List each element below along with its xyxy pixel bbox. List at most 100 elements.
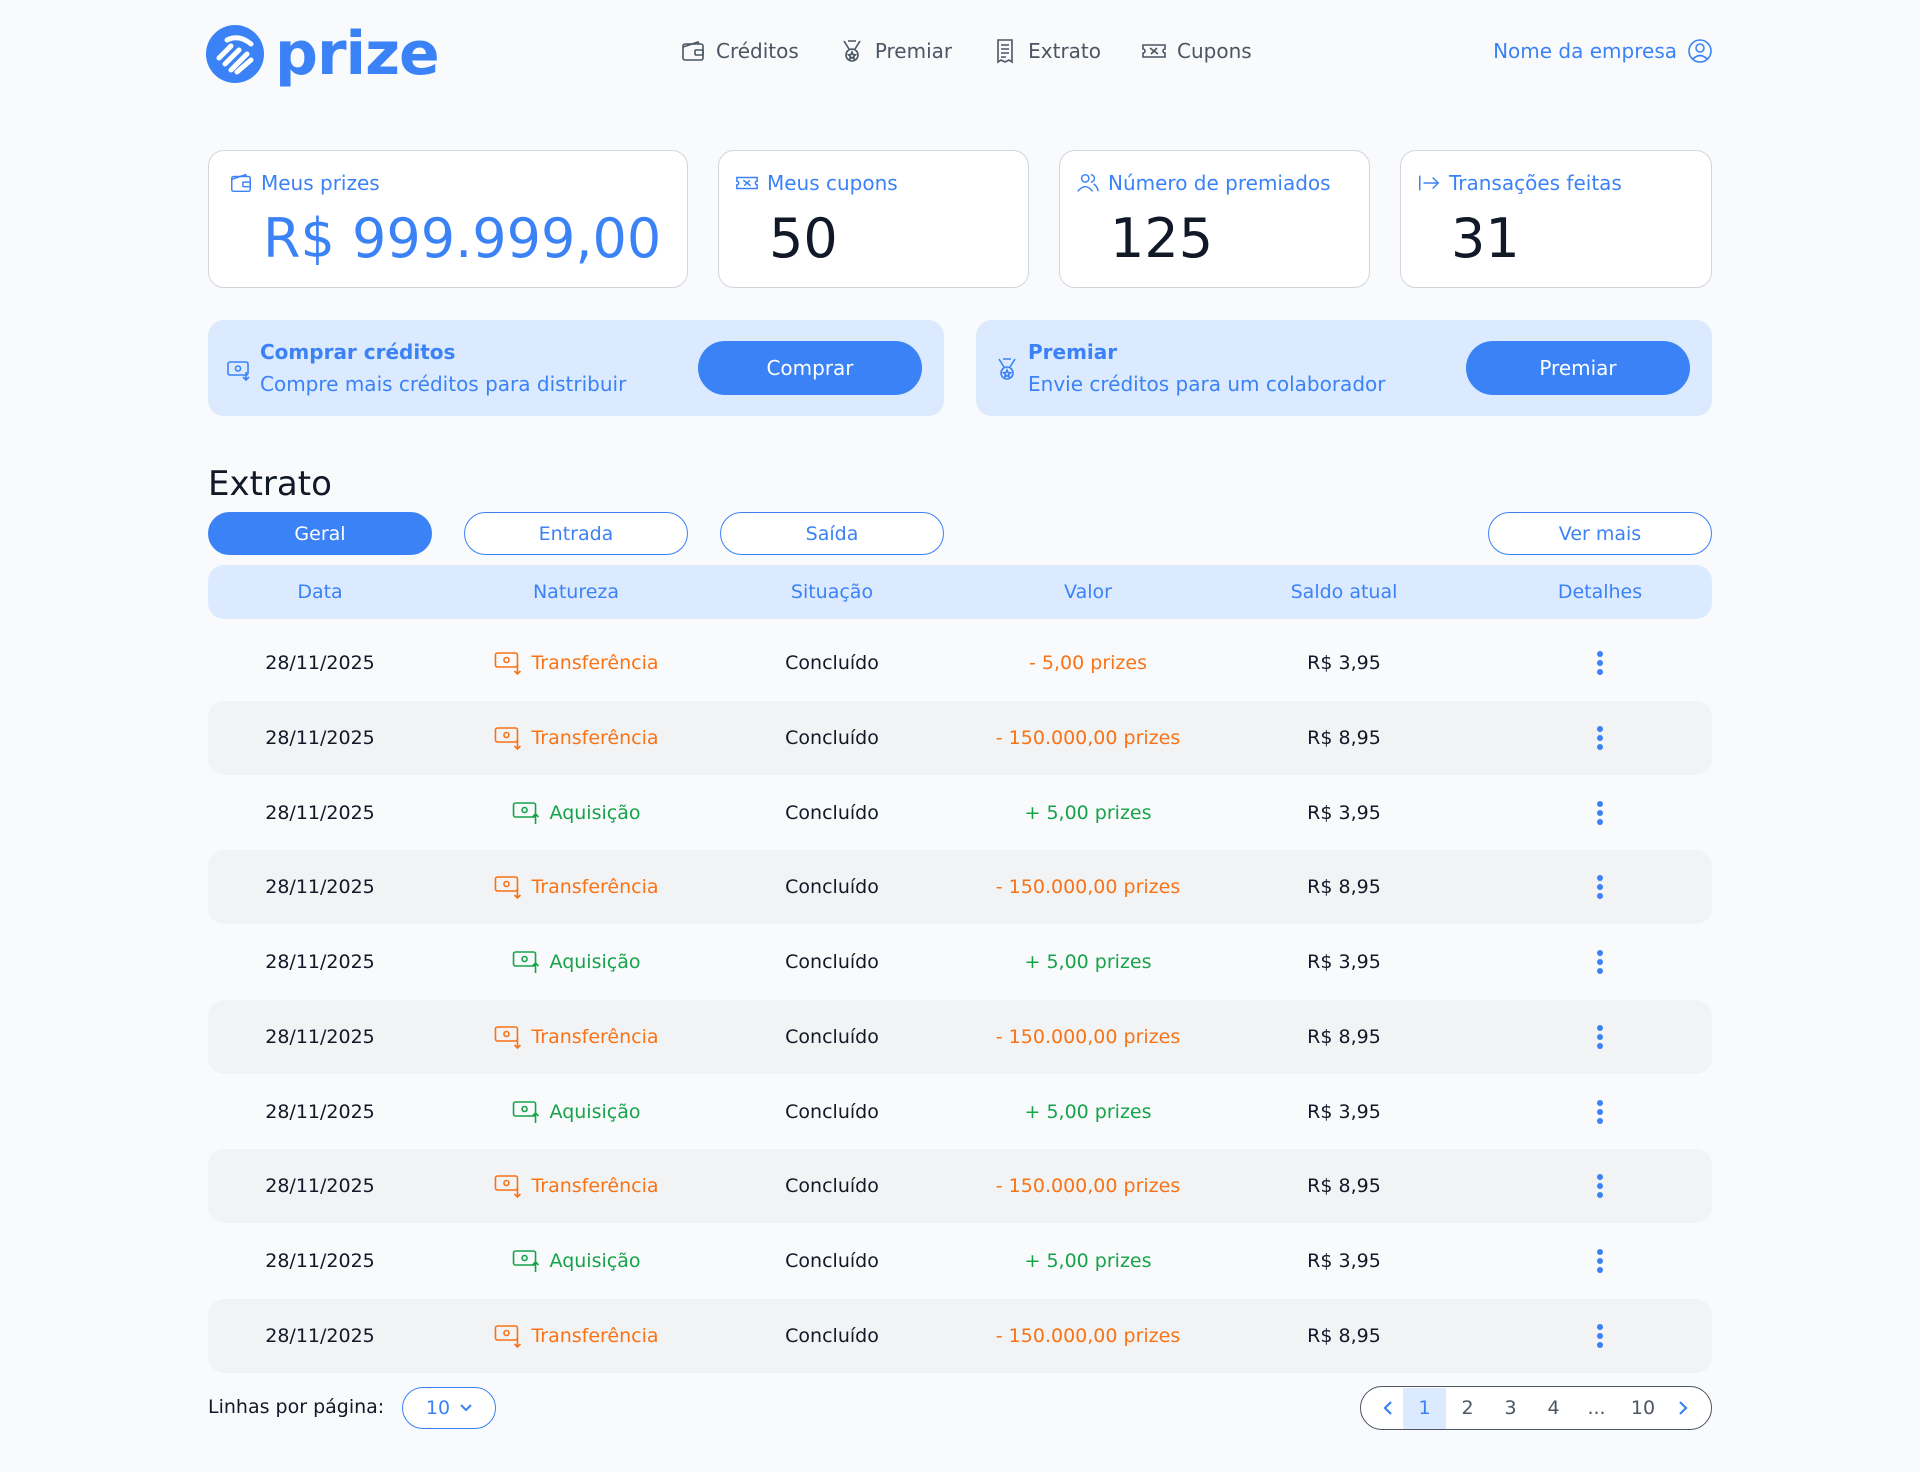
page-button[interactable]: 10 xyxy=(1618,1388,1668,1429)
panel-title: Comprar créditos xyxy=(260,340,456,364)
ticket-icon xyxy=(1142,44,1166,58)
nav-item-extrato[interactable]: Extrato xyxy=(992,38,1101,64)
top-header: prize Créditos Premiar Extrato Cupons No… xyxy=(0,0,1920,110)
table-row: 28/11/2025 Aquisição Concluído + 5,00 prize… xyxy=(208,1224,1712,1298)
row-details-button[interactable] xyxy=(1585,850,1615,924)
page-button[interactable]: 4 xyxy=(1532,1388,1575,1429)
cell-balance: R$ 8,95 xyxy=(1307,1025,1381,1048)
money-transfer-out-icon xyxy=(494,1175,522,1199)
row-details-button[interactable] xyxy=(1585,925,1615,999)
rows-per-page-select[interactable]: 10 xyxy=(402,1387,496,1429)
nav-label: Premiar xyxy=(874,39,953,63)
nav-item-cupons[interactable]: Cupons xyxy=(1141,38,1252,64)
cell-value: - 150.000,00 prizes xyxy=(995,726,1181,749)
stat-value-coupons: 50 xyxy=(769,207,838,270)
nature-label: Transferência xyxy=(531,726,659,749)
nav-item-premiar[interactable]: Premiar xyxy=(839,38,952,64)
cell-date: 28/11/2025 xyxy=(265,1175,375,1198)
cell-nature: Aquisição xyxy=(512,776,640,850)
cell-balance: R$ 3,95 xyxy=(1307,1250,1381,1272)
more-vertical-icon xyxy=(1597,1099,1603,1124)
panel-subtitle: Envie créditos para um colaborador xyxy=(1028,372,1386,396)
nature-label: Transferência xyxy=(531,1175,659,1198)
account-menu[interactable]: Nome da empresa xyxy=(1493,38,1713,64)
see-more-button[interactable]: Ver mais xyxy=(1488,512,1712,555)
stat-label-text: Meus prizes xyxy=(261,171,380,195)
money-transfer-out-icon xyxy=(494,726,522,750)
cell-value: + 5,00 prizes xyxy=(1024,801,1152,824)
more-vertical-icon xyxy=(1597,1323,1603,1348)
prev-page-button[interactable] xyxy=(1373,1388,1403,1429)
table-row: 28/11/2025 Transferência Concluído - 150.00… xyxy=(208,1149,1712,1224)
cell-value: + 5,00 prizes xyxy=(1024,1250,1152,1272)
table-row: 28/11/2025 Transferência Concluído - 150.00… xyxy=(208,1298,1712,1373)
nav-item-creditos[interactable]: Créditos xyxy=(680,38,799,64)
cell-value: - 150.000,00 prizes xyxy=(995,1324,1181,1347)
row-details-button[interactable] xyxy=(1585,1224,1615,1298)
page-button[interactable]: 3 xyxy=(1489,1388,1532,1429)
more-vertical-icon xyxy=(1597,725,1603,750)
cell-date: 28/11/2025 xyxy=(265,1100,375,1123)
cell-nature: Transferência xyxy=(493,701,659,775)
column-header: Saldo atual xyxy=(1290,581,1398,603)
cell-date: 28/11/2025 xyxy=(265,652,375,674)
cell-value: - 150.000,00 prizes xyxy=(995,1025,1181,1048)
panel-subtitle: Compre mais créditos para distribuir xyxy=(260,372,627,396)
row-details-button[interactable] xyxy=(1585,1075,1615,1149)
next-page-button[interactable] xyxy=(1668,1388,1698,1429)
cell-nature: Transferência xyxy=(493,1149,659,1223)
row-details-button[interactable] xyxy=(1585,701,1615,775)
award-button[interactable]: Premiar xyxy=(1466,341,1690,395)
users-icon xyxy=(1077,173,1099,192)
cell-balance: R$ 8,95 xyxy=(1307,726,1381,749)
company-name: Nome da empresa xyxy=(1493,39,1677,63)
cell-status: Concluído xyxy=(785,951,879,973)
rows-per-page-label: Linhas por página: xyxy=(208,1396,385,1418)
stat-card-awarded: Número de premiados 125 xyxy=(1059,150,1370,288)
table-row: 28/11/2025 Transferência Concluído - 150.00… xyxy=(208,700,1712,775)
filter-saida[interactable]: Saída xyxy=(720,512,944,555)
panel-title: Premiar xyxy=(1028,340,1118,364)
brand-name: prize xyxy=(275,19,440,89)
row-details-button[interactable] xyxy=(1585,776,1615,850)
cell-value: - 150.000,00 prizes xyxy=(995,1175,1181,1198)
cell-balance: R$ 8,95 xyxy=(1307,876,1381,899)
cell-nature: Aquisição xyxy=(512,1224,640,1298)
nature-label: Transferência xyxy=(531,1025,659,1048)
cell-balance: R$ 3,95 xyxy=(1307,951,1381,973)
stat-value-awarded: 125 xyxy=(1110,207,1214,270)
filter-entrada[interactable]: Entrada xyxy=(464,512,688,555)
row-details-button[interactable] xyxy=(1585,1149,1615,1223)
nature-label: Transferência xyxy=(531,1324,659,1347)
user-circle-icon xyxy=(1688,39,1712,63)
money-acquisition-in-icon xyxy=(512,1250,540,1272)
money-acquisition-in-icon xyxy=(512,951,540,973)
row-details-button[interactable] xyxy=(1585,626,1615,700)
money-transfer-out-icon xyxy=(494,876,522,900)
buy-credits-panel: Comprar créditos Compre mais créditos pa… xyxy=(208,320,944,416)
column-header: Valor xyxy=(1064,581,1112,603)
row-details-button[interactable] xyxy=(1585,1000,1615,1074)
stat-label-text: Meus cupons xyxy=(767,171,898,195)
nature-label: Aquisição xyxy=(549,1100,641,1123)
cell-status: Concluído xyxy=(785,652,879,674)
buy-button[interactable]: Comprar xyxy=(698,341,922,395)
money-icon xyxy=(227,361,250,382)
cell-nature: Transferência xyxy=(493,1000,659,1074)
page-ellipsis: ... xyxy=(1587,1397,1606,1419)
cell-date: 28/11/2025 xyxy=(265,951,375,973)
cell-value: + 5,00 prizes xyxy=(1024,1100,1152,1123)
brand-logo[interactable]: prize xyxy=(205,19,440,89)
cell-status: Concluído xyxy=(785,1324,879,1347)
money-acquisition-in-icon xyxy=(512,1100,540,1123)
cell-status: Concluído xyxy=(785,1250,879,1272)
more-vertical-icon xyxy=(1597,800,1603,825)
table-row: 28/11/2025 Aquisição Concluído + 5,00 prize… xyxy=(208,925,1712,999)
cell-balance: R$ 3,95 xyxy=(1307,801,1381,824)
page-button-current[interactable]: 1 xyxy=(1403,1387,1446,1429)
row-details-button[interactable] xyxy=(1585,1299,1615,1373)
cell-date: 28/11/2025 xyxy=(265,876,375,899)
filter-geral[interactable]: Geral xyxy=(208,512,432,555)
money-transfer-out-icon xyxy=(494,1025,522,1049)
page-button[interactable]: 2 xyxy=(1446,1388,1489,1429)
